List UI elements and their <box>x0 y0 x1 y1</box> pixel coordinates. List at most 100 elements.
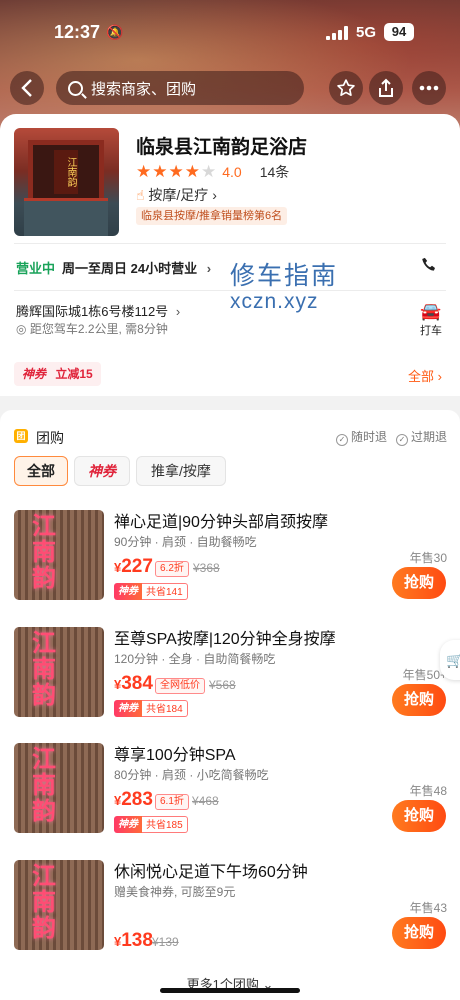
battery-level: 94 <box>384 23 414 41</box>
star-icon: ★ <box>152 162 168 181</box>
cart-icon: 🛒 <box>446 652 460 668</box>
chevron-left-icon <box>21 79 32 97</box>
deal-save-badge: 神券 共省141 <box>114 583 188 600</box>
status-bar: 12:37 🔕 5G 94 <box>0 18 460 48</box>
deal-price-value: 227 <box>121 556 153 577</box>
buy-button[interactable]: 抢购 <box>392 567 446 599</box>
business-hours[interactable]: 周一至周日 24小时营业 › <box>62 258 211 277</box>
search-placeholder: 搜索商家、团购 <box>91 80 197 98</box>
deal-image-text: 江南韵 <box>32 746 56 825</box>
hours-text: 周一至周日 24小时营业 <box>62 261 198 276</box>
deal-title[interactable]: 休闲悦心足道下午场60分钟 <box>114 858 308 882</box>
deal-discount-tag: 6.1折 <box>155 794 189 810</box>
star-icon: ★ <box>136 162 152 181</box>
star-icon: ★ <box>168 162 184 181</box>
filter-chip-massage[interactable]: 推拿/按摩 <box>136 456 226 486</box>
policy-any-label: 随时退 <box>351 430 388 444</box>
deal-image-text: 江南韵 <box>32 513 56 592</box>
share-button[interactable] <box>369 71 403 105</box>
deal-title[interactable]: 至尊SPA按摩|120分钟全身按摩 <box>114 625 336 649</box>
distance-info: ◎ 距您驾车2.2公里, 需8分钟 <box>16 320 168 337</box>
deal-original-price: ¥568 <box>209 678 236 692</box>
filter-chip-all[interactable]: 全部 <box>14 456 68 486</box>
review-count: 14条 <box>259 164 290 180</box>
buy-button[interactable]: 抢购 <box>392 917 446 949</box>
deal-price: ¥138 <box>114 930 153 951</box>
chevron-right-icon: › <box>212 187 217 203</box>
deal-price: ¥227 <box>114 556 153 577</box>
group-buy-icon: 团 <box>14 429 28 443</box>
deal-image[interactable]: 江南韵 <box>14 627 104 717</box>
navbar: 搜索商家、团购 <box>0 70 460 106</box>
all-label: 全部 <box>408 369 435 384</box>
save-amount: 共省184 <box>142 700 188 717</box>
save-amount: 共省141 <box>142 583 188 600</box>
search-input[interactable]: 搜索商家、团购 <box>56 71 304 105</box>
deal-price: ¥384 <box>114 673 153 694</box>
watermark-line2: xczn.xyz <box>230 290 319 313</box>
signal-icon <box>326 26 348 40</box>
shop-photo-door <box>24 198 108 236</box>
watermark-line1: 修车指南 <box>230 262 339 290</box>
divider <box>14 243 446 244</box>
open-status: 营业中 <box>16 261 56 276</box>
rank-badge[interactable]: 临泉县按摩/推拿销量榜第6名 <box>136 207 288 225</box>
check-circle-icon: ✓ <box>396 434 408 446</box>
deal-save-badge: 神券 共省185 <box>114 816 188 833</box>
taxi-button[interactable]: 🚘 打车 <box>418 302 444 338</box>
cart-float-button[interactable]: 🛒 <box>440 640 460 680</box>
deal-price-value: 283 <box>121 789 153 810</box>
phone-button[interactable] <box>420 256 440 276</box>
network-label: 5G <box>356 24 377 41</box>
category-label: 按摩/足疗 <box>148 187 209 203</box>
deal-subtitle: 120分钟 · 全身 · 自助简餐畅吃 <box>114 652 276 666</box>
deal-title[interactable]: 禅心足道|90分钟头部肩颈按摩 <box>114 508 328 532</box>
more-button[interactable] <box>412 71 446 105</box>
save-brand: 神券 <box>114 700 142 717</box>
mute-icon: 🔕 <box>106 24 124 40</box>
watermark: 修车指南 xczn.xyz <box>230 256 338 314</box>
deal-original-price: ¥368 <box>193 561 220 575</box>
buy-button[interactable]: 抢购 <box>392 800 446 832</box>
deal-image[interactable]: 江南韵 <box>14 743 104 833</box>
more-dots-icon <box>419 85 439 91</box>
deal-subtitle: 赠美食神券, 可膨至9元 <box>114 885 236 899</box>
deal-price-value: 384 <box>121 673 153 694</box>
shop-photo[interactable]: 江南韵 <box>14 128 119 236</box>
phone-icon <box>422 257 435 271</box>
home-indicator[interactable] <box>160 988 300 993</box>
search-icon <box>68 80 83 96</box>
check-circle-icon: ✓ <box>336 434 348 446</box>
taxi-label: 打车 <box>420 325 442 337</box>
coupon-brand: 神券 <box>22 367 47 381</box>
buy-button[interactable]: 抢购 <box>392 684 446 716</box>
favorite-button[interactable] <box>329 71 363 105</box>
star-icon <box>337 79 355 96</box>
policy-any-time: ✓ 随时退 <box>336 428 387 446</box>
coupon-badge[interactable]: 神券 立减15 <box>14 362 101 386</box>
share-icon <box>379 78 393 97</box>
deal-discount-tag: 全网低价 <box>155 678 205 694</box>
deal-image[interactable]: 江南韵 <box>14 510 104 600</box>
policy-expired-label: 过期退 <box>411 430 448 444</box>
address-link[interactable]: 腾辉国际城1栋6号楼112号 › <box>16 301 180 320</box>
save-brand: 神券 <box>114 583 142 600</box>
rating-row[interactable]: ★ ★ ★ ★ ★ 4.0 14条 <box>136 162 289 182</box>
deal-sold-count: 年售30 <box>409 551 447 565</box>
category-link[interactable]: ☝ 按摩/足疗 › <box>136 185 217 205</box>
deal-title[interactable]: 尊享100分钟SPA <box>114 741 236 765</box>
policy-expired: ✓ 过期退 <box>396 428 447 446</box>
deal-discount-tag: 6.2折 <box>155 561 189 577</box>
deal-price-value: 138 <box>121 930 153 951</box>
deal-subtitle: 90分钟 · 肩颈 · 自助餐畅吃 <box>114 535 257 549</box>
filter-chip-coupon[interactable]: 神券 <box>74 456 130 486</box>
shop-name: 临泉县江南韵足浴店 <box>136 137 308 158</box>
deal-original-price: ¥139 <box>152 935 179 949</box>
deal-image[interactable]: 江南韵 <box>14 860 104 950</box>
coupon-text: 立减15 <box>55 367 93 381</box>
coupon-all-link[interactable]: 全部 › <box>408 366 442 385</box>
save-amount: 共省185 <box>142 816 188 833</box>
star-empty-icon: ★ <box>201 162 217 181</box>
back-button[interactable] <box>10 71 44 105</box>
location-pin-icon: ◎ <box>16 322 27 336</box>
